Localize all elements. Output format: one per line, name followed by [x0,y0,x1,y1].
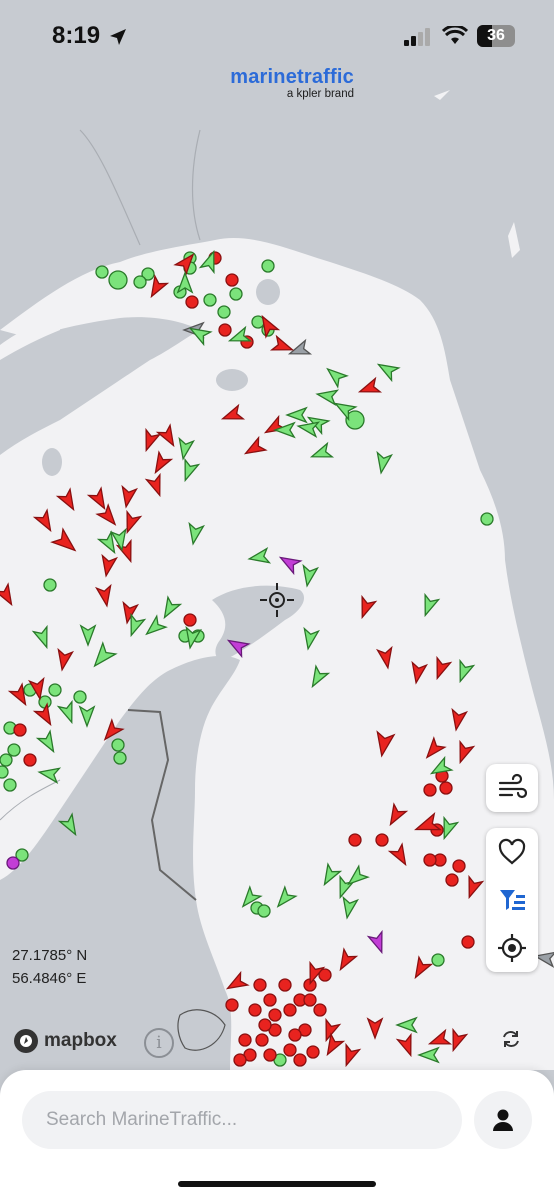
locate-icon [498,934,526,962]
vessel-marker[interactable] [445,873,459,887]
vessel-marker[interactable] [439,781,453,795]
vessel-marker[interactable] [375,833,389,847]
heart-icon [498,838,526,865]
vessel-marker[interactable] [113,751,127,765]
vessel-marker[interactable] [268,1008,282,1022]
filter-button[interactable] [486,876,538,924]
vessel-marker[interactable] [133,275,147,289]
map-canvas[interactable] [0,0,554,1200]
profile-button[interactable] [474,1091,532,1149]
person-icon [493,1109,513,1131]
battery-icon: 36 [477,25,515,47]
island [216,369,248,391]
vessel-marker[interactable] [203,293,217,307]
signal-icon [404,28,430,46]
vessel-marker[interactable] [217,305,231,319]
vessel-marker[interactable] [185,295,199,309]
status-time: 8:19 [52,22,101,49]
mapbox-label: mapbox [44,1030,117,1051]
home-indicator [178,1181,376,1187]
latitude: 27.1785° N [12,947,88,964]
island [42,448,62,476]
vessel-marker[interactable] [3,778,17,792]
vessel-marker[interactable] [229,287,243,301]
vessel-marker[interactable] [306,1045,320,1059]
brand-name: marinetraffic [230,66,354,88]
vessel-marker[interactable] [452,859,466,873]
vessel-marker[interactable] [303,993,317,1007]
vessel-marker[interactable] [313,1003,327,1017]
status-bar: 8:19 36 [0,0,554,70]
vessel-marker[interactable] [423,853,437,867]
vessel-marker[interactable] [95,265,109,279]
favorites-button[interactable] [486,828,538,876]
locate-button[interactable] [486,924,538,972]
vessel-marker[interactable] [233,1053,247,1067]
vessel-marker[interactable] [183,613,197,627]
vessel-marker[interactable] [108,270,128,290]
vessel-marker[interactable] [423,783,437,797]
vessel-marker[interactable] [43,578,57,592]
vessel-marker[interactable] [263,993,277,1007]
brand-tagline: a kpler brand [286,88,354,100]
brand-logo: marinetraffic a kpler brand [200,66,354,100]
vessel-marker[interactable] [225,998,239,1012]
search-input[interactable] [22,1091,462,1149]
location-arrow-icon [110,29,126,45]
vessel-marker[interactable] [13,723,27,737]
vessel-marker[interactable] [255,1033,269,1047]
vessel-marker[interactable] [0,753,13,767]
wifi-icon [442,26,468,44]
side-controls-top [486,764,538,812]
vessel-marker[interactable] [253,978,267,992]
vessel-marker[interactable] [263,1048,277,1062]
wind-icon [498,773,527,799]
vessel-marker[interactable] [218,323,232,337]
vessel-marker[interactable] [7,743,21,757]
vessel-marker[interactable] [288,1028,302,1042]
vessel-marker[interactable] [225,273,239,287]
island [256,279,280,305]
vessel-marker[interactable] [23,753,37,767]
refresh-icon[interactable] [500,1028,522,1050]
vessel-marker[interactable] [48,683,62,697]
vessel-marker[interactable] [283,1043,297,1057]
vessel-marker[interactable] [111,738,125,752]
vessel-marker[interactable] [461,935,475,949]
vessel-marker[interactable] [278,978,292,992]
vessel-marker[interactable] [257,904,271,918]
battery-level: 36 [487,27,505,44]
vessel-marker[interactable] [0,765,9,779]
info-icon[interactable]: i [144,1028,174,1058]
longitude: 56.4846° E [12,970,87,987]
mapbox-attribution[interactable]: mapbox [12,1027,117,1055]
vessel-marker[interactable] [431,953,445,967]
side-controls-bottom [486,828,538,972]
vessel-marker[interactable] [238,1033,252,1047]
wind-button[interactable] [486,764,538,812]
vessel-marker[interactable] [480,512,494,526]
vessel-marker[interactable] [73,690,87,704]
filter-icon [500,890,525,910]
vessel-marker[interactable] [283,1003,297,1017]
vessel-marker[interactable] [293,1053,307,1067]
coordinates-readout: 27.1785° N 56.4846° E [12,944,87,990]
vessel-marker[interactable] [261,259,275,273]
vessel-marker[interactable] [38,695,52,709]
vessel-marker[interactable] [348,833,362,847]
vessel-marker[interactable] [258,1018,272,1032]
vessel-marker[interactable] [248,1003,262,1017]
mapbox-logo-icon [14,1029,38,1053]
vessel-marker[interactable] [6,856,20,870]
